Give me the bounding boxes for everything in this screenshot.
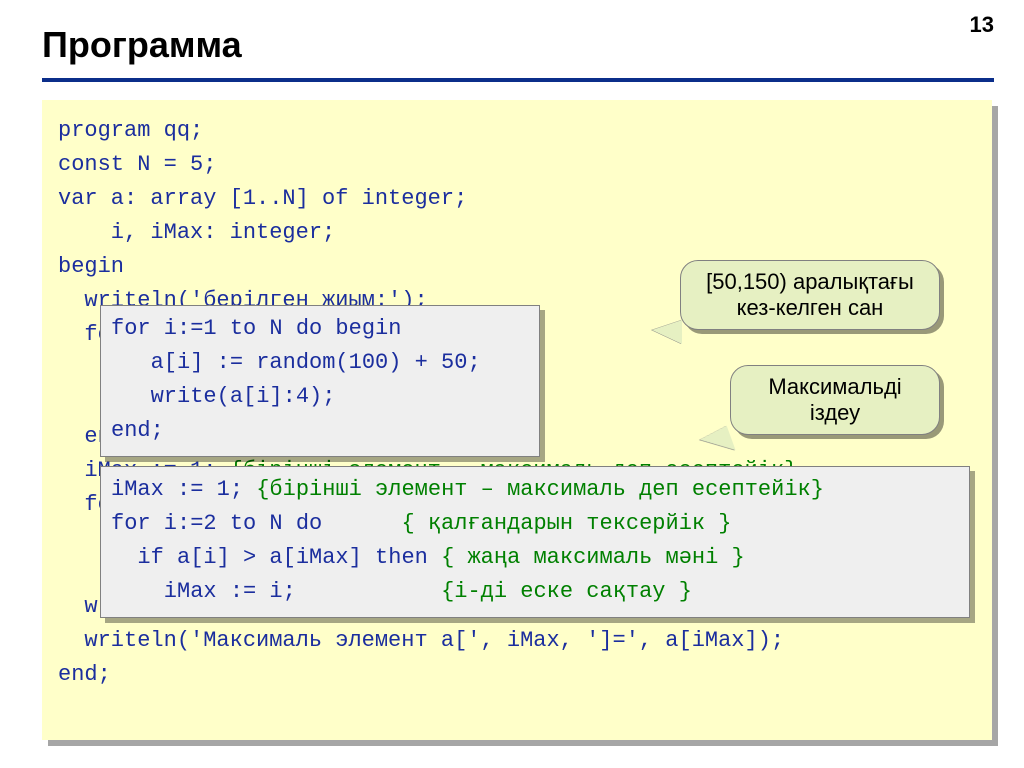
code-line: end; — [58, 662, 111, 687]
callout-find-max: Максимальді іздеу — [730, 365, 940, 435]
code-line: i, iMax: integer; — [58, 220, 335, 245]
code-comment: { жаңа максималь мәні } — [441, 545, 745, 570]
code-line: writeln('Максималь элемент a[', iMax, ']… — [58, 628, 784, 653]
callout-random-range: [50,150) аралықтағы кез-келген сан — [680, 260, 940, 330]
title-rule — [42, 78, 994, 82]
page-title: Программа — [42, 24, 242, 66]
callout-tail — [652, 320, 682, 344]
code-line: write(a[i]:4); — [111, 384, 335, 409]
code-line: for i:=2 to N do — [111, 511, 401, 536]
code-line: const N = 5; — [58, 152, 216, 177]
code-line: iMax := 1; — [111, 477, 256, 502]
code-line: for i:=1 to N do begin — [111, 316, 401, 341]
code-line: iMax := i; — [111, 579, 441, 604]
inset-box-find-max: iMax := 1; {бірінші элемент – максималь … — [100, 466, 970, 618]
code-line: begin — [58, 254, 124, 279]
code-comment: {бірінші элемент – максималь деп есептей… — [256, 477, 824, 502]
code-line: a[i] := random(100) + 50; — [111, 350, 481, 375]
code-comment: { қалғандарын тексерйік } — [401, 511, 731, 536]
page-number: 13 — [970, 12, 994, 38]
code-line: var a: array [1..N] of integer; — [58, 186, 467, 211]
inset-box-random-fill: for i:=1 to N do begin a[i] := random(10… — [100, 305, 540, 457]
code-line: end; — [111, 418, 164, 443]
code-comment: {i-ді еске сақтау } — [441, 579, 692, 604]
code-line: program qq; — [58, 118, 203, 143]
code-line: if a[i] > a[iMax] then — [111, 545, 441, 570]
